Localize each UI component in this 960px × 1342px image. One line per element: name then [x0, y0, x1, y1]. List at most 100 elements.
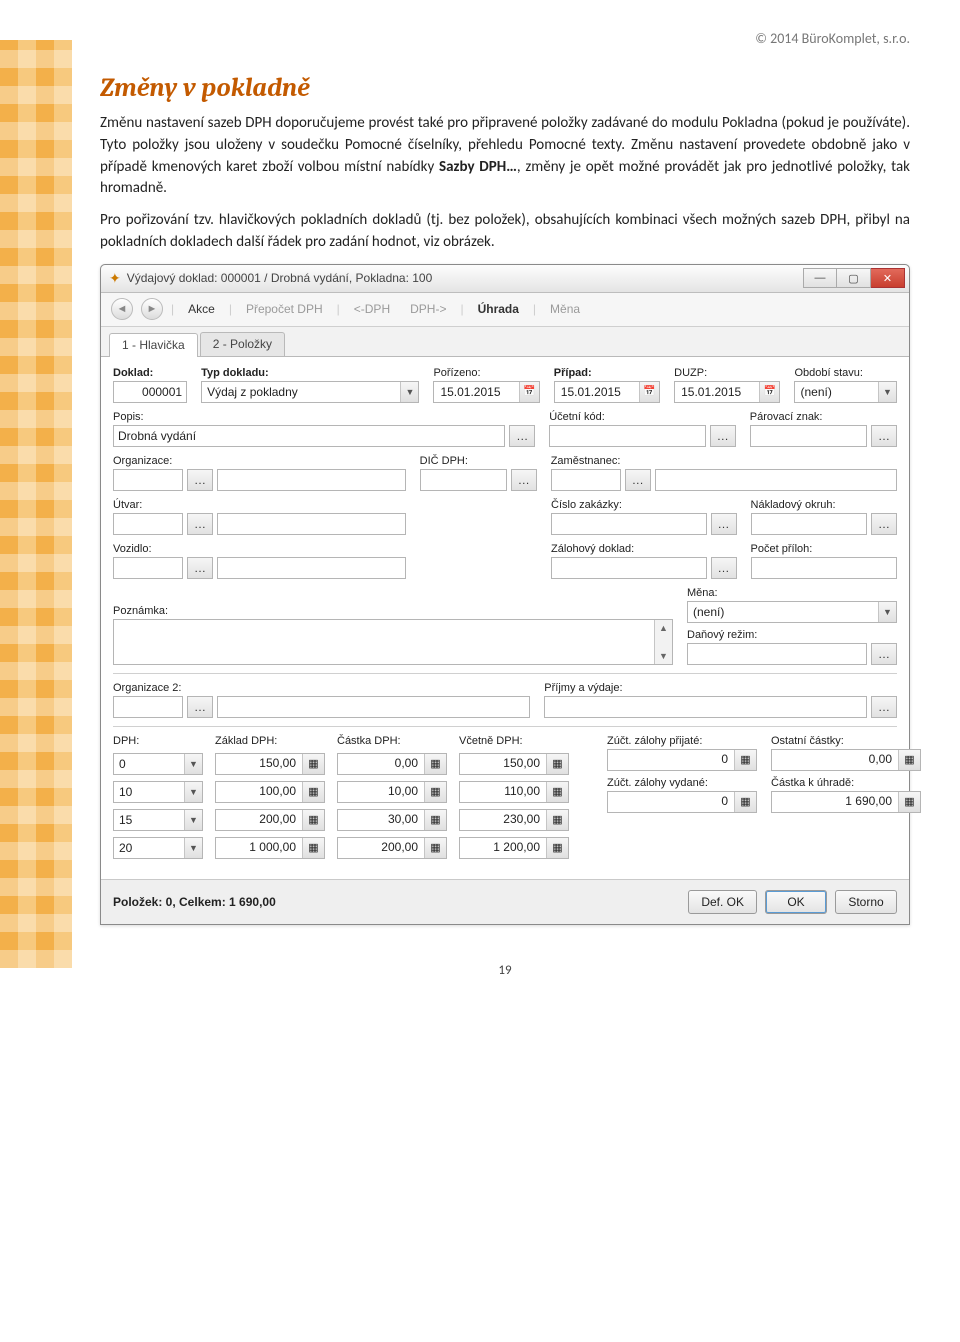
dph-incl-field[interactable]: 110,00▦ [459, 781, 569, 803]
label-pv: Příjmy a výdaje: [544, 682, 897, 694]
calendar-icon: 📅 [639, 382, 659, 402]
field-zam-name[interactable] [655, 469, 897, 491]
tab-polozky[interactable]: 2 - Položky [200, 332, 285, 356]
lookup-pv[interactable]: … [871, 696, 897, 718]
lookup-ucetni-kod[interactable]: … [710, 425, 736, 447]
field-ostatni[interactable]: 0,00▦ [771, 749, 921, 771]
calendar-icon: 📅 [519, 382, 539, 402]
dph-rate-select[interactable]: 15▼ [113, 809, 203, 831]
date-duzp[interactable]: 15.01.2015📅 [674, 381, 780, 403]
date-porizeno[interactable]: 15.01.2015📅 [433, 381, 539, 403]
minimize-button[interactable]: — [803, 268, 837, 288]
close-button[interactable]: ✕ [871, 268, 905, 288]
maximize-button[interactable]: ▢ [837, 268, 871, 288]
label-typ-dokladu: Typ dokladu: [201, 367, 419, 379]
combo-obdobi[interactable]: (není)▼ [794, 381, 897, 403]
toolbar-item-akce[interactable]: Akce [182, 300, 221, 318]
dph-base-field[interactable]: 1 000,00▦ [215, 837, 325, 859]
label-porizeno: Pořízeno: [433, 367, 539, 379]
dph-incl-field[interactable]: 230,00▦ [459, 809, 569, 831]
label-dic: DIČ DPH: [420, 455, 537, 467]
tab-hlavicka[interactable]: 1 - Hlavička [109, 333, 198, 357]
dph-rate-select[interactable]: 20▼ [113, 837, 203, 859]
dph-base-field[interactable]: 150,00▦ [215, 753, 325, 775]
label-par-znak: Párovací znak: [750, 411, 897, 423]
window-title: Výdajový doklad: 000001 / Drobná vydání,… [127, 271, 797, 285]
date-pripad[interactable]: 15.01.2015📅 [554, 381, 660, 403]
label-priloh: Počet příloh: [751, 543, 897, 555]
field-vozidlo-name[interactable] [217, 557, 406, 579]
field-par-znak[interactable] [750, 425, 867, 447]
dph-rate-select[interactable]: 10▼ [113, 781, 203, 803]
dph-base-field[interactable]: 100,00▦ [215, 781, 325, 803]
combo-typ-dokladu[interactable]: Výdaj z pokladny▼ [201, 381, 419, 403]
dph-tax-field[interactable]: 30,00▦ [337, 809, 447, 831]
label-zakazka: Číslo zakázky: [551, 499, 737, 511]
dph-incl-field[interactable]: 1 200,00▦ [459, 837, 569, 859]
lookup-nokruh[interactable]: … [871, 513, 897, 535]
field-org-name[interactable] [217, 469, 406, 491]
label-popis: Popis: [113, 411, 535, 423]
field-zalohovy[interactable] [551, 557, 707, 579]
field-zprij[interactable]: 0▦ [607, 749, 757, 771]
dph-incl-field[interactable]: 150,00▦ [459, 753, 569, 775]
field-priloh[interactable] [751, 557, 897, 579]
chevron-down-icon: ▼ [878, 382, 896, 402]
lookup-utvar[interactable]: … [187, 513, 213, 535]
field-org2-id[interactable] [113, 696, 183, 718]
lookup-popis[interactable]: … [509, 425, 535, 447]
toolbar-item-prepocet[interactable]: Přepočet DPH [240, 300, 329, 318]
form-area: Doklad: 000001 Typ dokladu: Výdaj z pokl… [101, 357, 909, 879]
field-org-id[interactable] [113, 469, 183, 491]
combo-mena[interactable]: (není)▼ [687, 601, 897, 623]
lookup-zakazka[interactable]: … [711, 513, 737, 535]
paragraph-1: Změnu nastavení sazeb DPH doporučujeme p… [100, 113, 910, 200]
lookup-zalohovy[interactable]: … [711, 557, 737, 579]
lookup-org[interactable]: … [187, 469, 213, 491]
dph-tax-field[interactable]: 0,00▦ [337, 753, 447, 775]
nav-fwd-button[interactable]: ► [141, 298, 163, 320]
def-ok-button[interactable]: Def. OK [688, 890, 757, 914]
label-doklad: Doklad: [113, 367, 187, 379]
field-utvar-name[interactable] [217, 513, 406, 535]
field-poznamka[interactable]: ▲▼ [113, 619, 673, 665]
label-kuhr: Částka k úhradě: [771, 777, 921, 789]
field-doklad[interactable]: 000001 [113, 381, 187, 403]
lookup-par-znak[interactable]: … [871, 425, 897, 447]
label-duzp: DUZP: [674, 367, 780, 379]
nav-back-button[interactable]: ◄ [111, 298, 133, 320]
field-popis[interactable]: Drobná vydání [113, 425, 505, 447]
field-pv[interactable] [544, 696, 867, 718]
dph-tax-field[interactable]: 10,00▦ [337, 781, 447, 803]
scrollbar[interactable]: ▲▼ [654, 620, 672, 664]
field-drezim[interactable] [687, 643, 867, 665]
statusbar: Položek: 0, Celkem: 1 690,00 Def. OK OK … [101, 879, 909, 924]
dph-rate-select[interactable]: 0▼ [113, 753, 203, 775]
divider [113, 673, 897, 674]
ok-button[interactable]: OK [765, 890, 827, 914]
toolbar-item-dph-prev[interactable]: <-DPH [348, 300, 396, 318]
field-org2-name[interactable] [217, 696, 530, 718]
lookup-dic[interactable]: … [511, 469, 537, 491]
field-zam-id[interactable] [551, 469, 621, 491]
field-ucetni-kod[interactable] [549, 425, 706, 447]
lookup-vozidlo[interactable]: … [187, 557, 213, 579]
field-kuhr[interactable]: 1 690,00▦ [771, 791, 921, 813]
field-zakazka[interactable] [551, 513, 707, 535]
label-zprij: Zúčt. zálohy přijaté: [607, 735, 757, 747]
status-summary: Položek: 0, Celkem: 1 690,00 [113, 895, 276, 909]
field-utvar-id[interactable] [113, 513, 183, 535]
lookup-zam[interactable]: … [625, 469, 651, 491]
field-dic[interactable] [420, 469, 507, 491]
toolbar-item-dph-next[interactable]: DPH-> [404, 300, 452, 318]
field-nokruh[interactable] [751, 513, 867, 535]
field-vozidlo-id[interactable] [113, 557, 183, 579]
lookup-drezim[interactable]: … [871, 643, 897, 665]
field-zvyd[interactable]: 0▦ [607, 791, 757, 813]
toolbar-item-uhrada[interactable]: Úhrada [472, 300, 525, 318]
dph-tax-field[interactable]: 200,00▦ [337, 837, 447, 859]
toolbar-item-mena[interactable]: Měna [544, 300, 586, 318]
dph-base-field[interactable]: 200,00▦ [215, 809, 325, 831]
storno-button[interactable]: Storno [835, 890, 897, 914]
lookup-org2[interactable]: … [187, 696, 213, 718]
